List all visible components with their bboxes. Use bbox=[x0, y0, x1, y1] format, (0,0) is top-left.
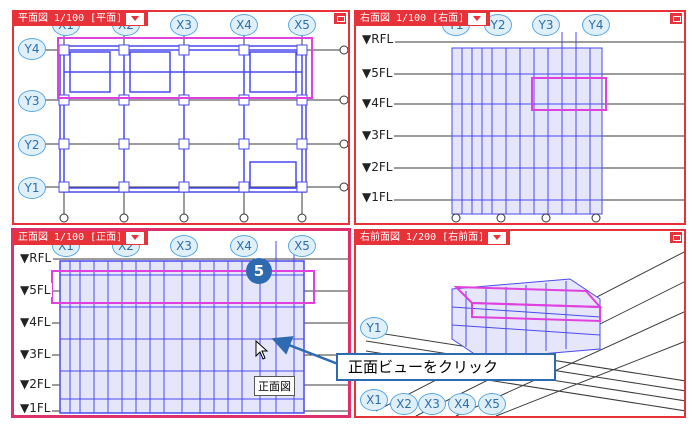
axis-y2-label: Y2 bbox=[18, 134, 46, 156]
axis-y3-label: Y3 bbox=[18, 90, 46, 112]
level-rfl-label: ▼RFL bbox=[362, 32, 396, 46]
plan-view-title: 平面図 1/100 [平面] bbox=[18, 13, 123, 24]
perspective-view-title: 右前面図 1/200 [右前面] bbox=[360, 232, 485, 243]
level-2fl-label: ▼2FL bbox=[362, 160, 395, 174]
pin-icon[interactable] bbox=[334, 13, 346, 24]
level-rfl-label: ▼RFL bbox=[20, 251, 54, 265]
axis-x4-label: X4 bbox=[230, 235, 258, 257]
axis-x1-label: X1 bbox=[360, 389, 388, 411]
view-dropdown-icon[interactable] bbox=[488, 232, 507, 244]
pin-icon[interactable] bbox=[670, 13, 682, 24]
axis-y1-label: Y1 bbox=[360, 317, 388, 339]
right-elevation-drawing bbox=[386, 32, 684, 223]
axis-y3-label: Y3 bbox=[532, 14, 560, 36]
front-view-tab[interactable]: 正面図 1/100 [正面] bbox=[14, 231, 149, 245]
level-1fl-label: ▼1FL bbox=[362, 190, 395, 204]
view-dropdown-icon[interactable] bbox=[468, 13, 487, 25]
axis-x3-label: X3 bbox=[418, 393, 446, 415]
axis-x2-label: X2 bbox=[390, 393, 418, 415]
axis-x3-label: X3 bbox=[170, 235, 198, 257]
view-dropdown-icon[interactable] bbox=[126, 13, 145, 25]
level-1fl-label: ▼1FL bbox=[20, 401, 53, 415]
axis-x4-label: X4 bbox=[448, 393, 476, 415]
axis-x4-label: X4 bbox=[230, 14, 258, 36]
right-view-tab[interactable]: 右面図 1/100 [右面] bbox=[356, 12, 491, 26]
level-5fl-label: ▼5FL bbox=[362, 66, 395, 80]
axis-y4-label: Y4 bbox=[582, 14, 610, 36]
view-tooltip: 正面図 bbox=[254, 376, 295, 396]
right-view-pane[interactable]: 右面図 1/100 [右面] Y1 Y2 Y3 Y4 ▼RFL ▼5FL ▼ bbox=[354, 10, 686, 225]
axis-x3-label: X3 bbox=[170, 14, 198, 36]
axis-x5-label: X5 bbox=[288, 14, 316, 36]
level-3fl-label: ▼3FL bbox=[362, 128, 395, 142]
right-view-title: 右面図 1/100 [右面] bbox=[360, 13, 465, 24]
front-view-title: 正面図 1/100 [正面] bbox=[18, 232, 123, 243]
perspective-view-tab[interactable]: 右前面図 1/200 [右前面] bbox=[356, 231, 511, 245]
axis-x5-label: X5 bbox=[478, 393, 506, 415]
axis-y1-label: Y1 bbox=[18, 177, 46, 199]
level-5fl-label: ▼5FL bbox=[20, 283, 53, 297]
level-4fl-label: ▼4FL bbox=[362, 96, 395, 110]
front-elevation-drawing bbox=[50, 241, 348, 414]
view-dropdown-icon[interactable] bbox=[126, 232, 145, 244]
level-2fl-label: ▼2FL bbox=[20, 377, 53, 391]
perspective-drawing bbox=[365, 251, 684, 416]
plan-drawing bbox=[42, 30, 348, 223]
level-4fl-label: ▼4FL bbox=[20, 315, 53, 329]
pin-icon[interactable] bbox=[670, 232, 682, 243]
step-number-badge: 5 bbox=[246, 258, 272, 284]
level-3fl-label: ▼3FL bbox=[20, 347, 53, 361]
instruction-callout: 正面ビューをクリック bbox=[336, 353, 556, 381]
front-view-pane[interactable]: 正面図 1/100 [正面] X1 X2 X3 X4 X5 ▼RFL ▼5FL … bbox=[11, 228, 351, 418]
plan-view-tab[interactable]: 平面図 1/100 [平面] bbox=[14, 12, 149, 26]
axis-x5-label: X5 bbox=[288, 235, 316, 257]
plan-view-pane[interactable]: 平面図 1/100 [平面] X3 X4 X5 Y4 Y3 Y2 Y1 bbox=[12, 10, 350, 225]
perspective-view-pane[interactable]: 右前面図 1/200 [右前面] Y1 X1 X2 X3 X4 X5 bbox=[354, 229, 686, 418]
axis-y4-label: Y4 bbox=[18, 38, 46, 60]
mouse-cursor-icon bbox=[255, 340, 269, 360]
